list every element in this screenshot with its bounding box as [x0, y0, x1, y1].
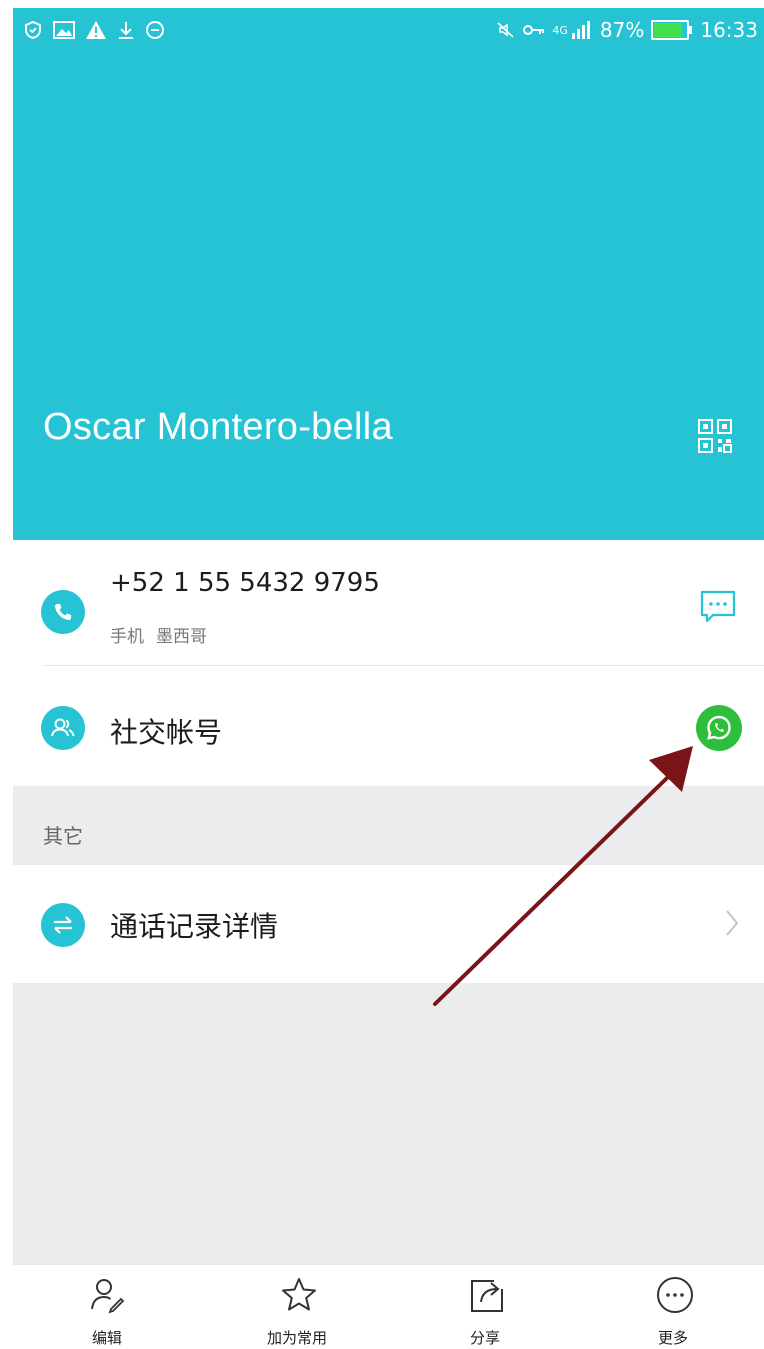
- tab-share-label: 分享: [469, 1329, 500, 1347]
- social-accounts-label: 社交帐号: [110, 716, 223, 749]
- section-title-other: 其它: [43, 824, 83, 848]
- phone-icon[interactable]: [41, 590, 85, 634]
- status-notifications: [23, 20, 165, 40]
- status-system: 4G 87% 16:33: [496, 18, 758, 42]
- call-log-row[interactable]: 通话记录详情: [13, 865, 764, 983]
- status-bar: 4G 87% 16:33: [13, 8, 764, 58]
- phone-meta: 手机 墨西哥: [110, 622, 207, 647]
- battery-percent: 87%: [599, 18, 645, 42]
- qr-code-icon[interactable]: [697, 418, 733, 458]
- social-accounts-icon: [41, 706, 85, 750]
- phone-location: 墨西哥: [156, 627, 207, 647]
- contact-name: Oscar Montero-bella: [43, 406, 393, 448]
- chevron-right-icon: [726, 910, 739, 936]
- download-icon: [119, 22, 133, 39]
- signal-icon: [571, 21, 590, 39]
- whatsapp-icon[interactable]: [696, 705, 742, 751]
- social-accounts-row[interactable]: 社交帐号: [13, 666, 764, 786]
- image-icon: [53, 21, 75, 39]
- tab-more[interactable]: 更多: [613, 1265, 733, 1349]
- call-log-icon: [41, 903, 85, 947]
- do-not-disturb-icon: [146, 21, 164, 39]
- share-icon: [471, 1280, 503, 1312]
- warning-icon: [86, 21, 106, 39]
- shield-icon: [25, 20, 41, 40]
- status-time: 16:33: [700, 18, 758, 42]
- phone-number[interactable]: +52 1 55 5432 9795: [110, 568, 380, 598]
- edit-contact-icon: [91, 1279, 125, 1314]
- bottom-action-bar: 编辑 加为常用 分享 更多: [13, 1264, 764, 1349]
- contact-header: 4G 87% 16:33 Oscar Montero-bella: [13, 8, 764, 540]
- tab-edit-label: 编辑: [91, 1329, 122, 1347]
- tab-more-label: 更多: [657, 1329, 688, 1347]
- tab-add-favorite[interactable]: 加为常用: [237, 1265, 357, 1349]
- phone-row[interactable]: +52 1 55 5432 9795 手机 墨西哥: [13, 540, 764, 665]
- tab-edit[interactable]: 编辑: [47, 1265, 167, 1349]
- call-log-label: 通话记录详情: [110, 910, 279, 943]
- network-type: 4G: [552, 23, 568, 37]
- section-header-other: [13, 786, 764, 864]
- phone-type: 手机: [110, 627, 144, 647]
- tab-add-favorite-label: 加为常用: [266, 1329, 327, 1347]
- star-icon: [282, 1278, 316, 1311]
- tab-share[interactable]: 分享: [425, 1265, 545, 1349]
- contact-detail-screen: 4G 87% 16:33 Oscar Montero-bella +52 1 5…: [13, 8, 764, 1349]
- key-icon: [523, 25, 545, 35]
- more-icon: [657, 1277, 693, 1313]
- contact-info-card: +52 1 55 5432 9795 手机 墨西哥 社交帐号: [13, 540, 764, 786]
- message-icon[interactable]: [699, 588, 737, 626]
- mute-icon: [497, 22, 514, 38]
- battery-icon: [651, 20, 693, 40]
